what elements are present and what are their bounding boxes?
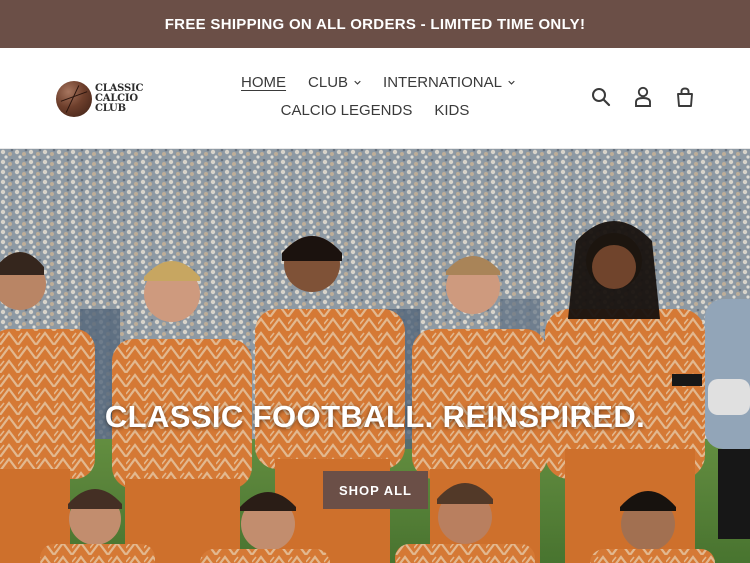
account-icon[interactable] xyxy=(632,86,654,108)
hero-title: CLASSIC FOOTBALL. REINSPIRED. xyxy=(104,399,646,434)
nav-international[interactable]: INTERNATIONAL xyxy=(383,74,515,91)
header-icons xyxy=(590,86,696,108)
cart-icon[interactable] xyxy=(674,86,696,108)
chevron-down-icon xyxy=(508,80,515,85)
nav-calcio-legends-label: CALCIO LEGENDS xyxy=(280,102,413,119)
nav-club[interactable]: CLUB xyxy=(308,74,361,91)
nav-club-label: CLUB xyxy=(308,74,349,91)
nav-kids-label: KIDS xyxy=(434,102,470,119)
announcement-bar: FREE SHIPPING ON ALL ORDERS - LIMITED TI… xyxy=(0,0,750,48)
nav-international-label: INTERNATIONAL xyxy=(383,74,502,91)
nav-kids[interactable]: KIDS xyxy=(434,102,469,119)
site-header: CLASSIC CALCIO CLUB HOME CLUB INTERNATIO… xyxy=(0,48,750,149)
nav-calcio-legends[interactable]: CALCIO LEGENDS xyxy=(281,102,413,119)
hero-banner: CLASSIC FOOTBALL. REINSPIRED. SHOP ALL xyxy=(0,149,750,563)
shop-all-button[interactable]: SHOP ALL xyxy=(323,471,428,509)
nav-home-label: HOME xyxy=(241,74,287,91)
announcement-text: FREE SHIPPING ON ALL ORDERS - LIMITED TI… xyxy=(164,15,586,33)
search-icon[interactable] xyxy=(590,86,612,108)
chevron-down-icon xyxy=(354,80,361,85)
nav-home[interactable]: HOME xyxy=(241,74,286,91)
